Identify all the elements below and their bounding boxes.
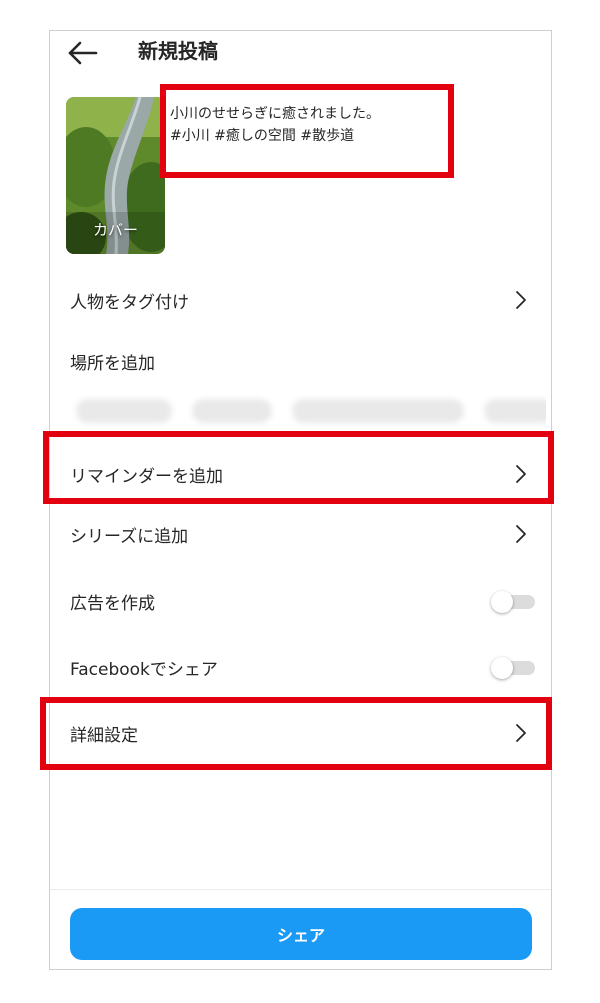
location-suggestion-chip[interactable] — [484, 399, 546, 423]
chevron-right-icon — [516, 465, 526, 483]
advanced-settings-label: 詳細設定 — [70, 725, 138, 746]
location-suggestion-chip[interactable] — [292, 399, 464, 423]
page-title: 新規投稿 — [138, 39, 218, 63]
advanced-settings-row[interactable]: 詳細設定 — [50, 713, 551, 753]
tag-people-label: 人物をタグ付け — [70, 292, 189, 313]
caption-line-1: 小川のせせらぎに癒されました。 — [170, 106, 380, 122]
toggle-knob — [491, 657, 513, 679]
phone-frame: 新規投稿 カバー 小川のせせらぎに癒されました。 #小川 #癒しの空間 #散歩道… — [49, 30, 552, 970]
chevron-right-icon — [516, 291, 526, 309]
create-ad-row: 広告を作成 — [50, 581, 551, 621]
share-facebook-label: Facebookでシェア — [70, 659, 218, 680]
create-ad-label: 広告を作成 — [70, 593, 155, 614]
add-location-row[interactable]: 場所を追加 — [50, 341, 551, 381]
header: 新規投稿 — [50, 31, 551, 77]
create-ad-toggle[interactable] — [491, 591, 535, 613]
cover-label: カバー — [92, 221, 138, 239]
location-suggestions — [66, 395, 546, 427]
share-facebook-row: Facebookでシェア — [50, 647, 551, 687]
location-suggestion-chip[interactable] — [76, 399, 172, 423]
cover-thumbnail[interactable]: カバー — [66, 97, 165, 254]
add-series-row[interactable]: シリーズに追加 — [50, 514, 551, 554]
add-reminder-row[interactable]: リマインダーを追加 — [50, 454, 551, 494]
divider — [50, 889, 551, 890]
chevron-right-icon — [516, 525, 526, 543]
back-arrow-icon[interactable] — [66, 37, 102, 69]
add-reminder-label: リマインダーを追加 — [70, 466, 223, 487]
location-suggestion-chip[interactable] — [192, 399, 272, 423]
caption-line-2: #小川 #癒しの空間 #散歩道 — [170, 128, 355, 144]
share-button[interactable]: シェア — [70, 908, 532, 960]
tag-people-row[interactable]: 人物をタグ付け — [50, 280, 551, 320]
add-location-label: 場所を追加 — [70, 353, 155, 374]
caption-field[interactable]: 小川のせせらぎに癒されました。 #小川 #癒しの空間 #散歩道 — [170, 103, 440, 147]
chevron-right-icon — [516, 724, 526, 742]
add-series-label: シリーズに追加 — [70, 526, 189, 547]
share-facebook-toggle[interactable] — [491, 657, 535, 679]
toggle-knob — [491, 591, 513, 613]
